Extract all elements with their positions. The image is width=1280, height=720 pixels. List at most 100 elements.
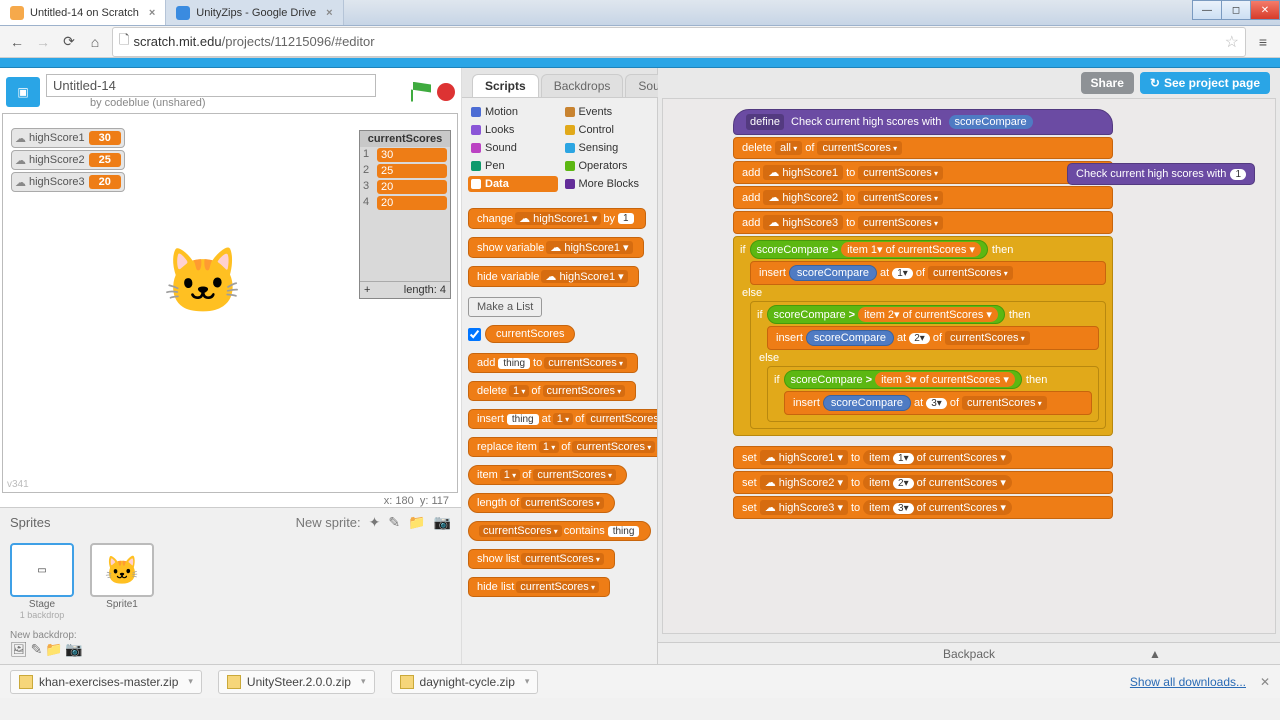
show-all-downloads-link[interactable]: Show all downloads... [1130, 675, 1246, 689]
category-sensing[interactable]: Sensing [562, 140, 652, 156]
category-pen[interactable]: Pen [468, 158, 558, 174]
paint-sprite-icon[interactable]: ✎ [388, 514, 400, 531]
paint-backdrop-icon[interactable]: ✎ [31, 641, 43, 657]
chevron-down-icon[interactable]: ▾ [188, 676, 193, 687]
tab-backdrops[interactable]: Backdrops [541, 74, 624, 97]
choose-sprite-icon[interactable]: ✦ [369, 514, 381, 531]
menu-icon[interactable]: ≡ [1254, 33, 1272, 51]
reload-icon[interactable]: ⟳ [60, 33, 78, 51]
sprite-thumb[interactable]: 🐱 Sprite1 [90, 543, 154, 620]
see-project-page-button[interactable]: ↻ See project page [1140, 72, 1270, 94]
category-looks[interactable]: Looks [468, 122, 558, 138]
variable-monitor[interactable]: ☁ highScore1 30 [11, 128, 125, 148]
block-insert[interactable]: insertscoreCompareat2▾ofcurrentScores [767, 326, 1099, 350]
share-button[interactable]: Share [1081, 72, 1134, 94]
backpack-bar[interactable]: Backpack ▲ [658, 642, 1280, 664]
browser-tab-active[interactable]: Untitled-14 on Scratch × [0, 0, 166, 25]
fullscreen-toggle[interactable]: ▣ [6, 77, 40, 107]
project-title-input[interactable] [46, 74, 376, 97]
block-add-var-to-list[interactable]: add☁ highScore2tocurrentScores [733, 186, 1113, 209]
category-events[interactable]: Events [562, 104, 652, 120]
block-insert-at-list[interactable]: insertthingat1ofcurrentScores [468, 409, 657, 429]
block-change-var[interactable]: change☁ highScore1 ▾by1 [468, 208, 646, 229]
download-item[interactable]: daynight-cycle.zip▾ [391, 670, 539, 694]
block-insert[interactable]: insertscoreCompareat3▾ofcurrentScores [784, 391, 1092, 415]
tab-title: Untitled-14 on Scratch [30, 7, 139, 19]
camera-sprite-icon[interactable]: 📷 [434, 514, 451, 531]
list-reporter[interactable]: currentScores [485, 325, 575, 343]
block-set-var[interactable]: set☁ highScore3 ▾to item 3▾ of currentSc… [733, 496, 1113, 519]
window-minimize[interactable]: — [1192, 0, 1222, 20]
block-contains[interactable]: currentScorescontainsthing [468, 521, 651, 541]
home-icon[interactable]: ⌂ [86, 33, 104, 51]
category-more-blocks[interactable]: More Blocks [562, 176, 652, 192]
chevron-up-icon: ▲ [1149, 643, 1161, 664]
make-list-button[interactable]: Make a List [468, 297, 542, 317]
block-length-of[interactable]: length ofcurrentScores [468, 493, 615, 513]
stage-coord-readout: x: 180 y: 117 [0, 495, 461, 507]
new-backdrop-label: New backdrop: [10, 630, 77, 641]
block-add-var-to-list[interactable]: add☁ highScore3tocurrentScores [733, 211, 1113, 234]
sprite-cat[interactable]: 🐱 [163, 244, 243, 319]
list-add-button[interactable]: + [364, 284, 370, 296]
stage-thumb[interactable]: ▭ Stage 1 backdrop [10, 543, 74, 620]
url-input[interactable]: 🗋 scratch.mit.edu/projects/11215096/#edi… [112, 27, 1246, 57]
tab-scripts[interactable]: Scripts [472, 74, 539, 97]
if-block[interactable]: if scoreCompare> item 1▾ of currentScore… [733, 236, 1113, 436]
category-list: MotionEventsLooksControlSoundSensingPenO… [462, 98, 657, 198]
block-delete-all[interactable]: deleteallofcurrentScores [733, 137, 1113, 159]
category-data[interactable]: Data [468, 176, 558, 192]
upload-backdrop-icon[interactable]: 📁 [45, 641, 62, 657]
list-monitor[interactable]: currentScores 130 225 320 420 + length: … [359, 130, 451, 299]
close-icon[interactable]: × [326, 7, 332, 19]
download-item[interactable]: khan-exercises-master.zip▾ [10, 670, 202, 694]
downloads-bar: khan-exercises-master.zip▾ UnitySteer.2.… [0, 664, 1280, 698]
back-icon[interactable]: ← [8, 33, 26, 51]
block-delete-of-list[interactable]: delete1ofcurrentScores [468, 381, 636, 401]
block-add-to-list[interactable]: addthingtocurrentScores [468, 353, 638, 373]
file-icon [400, 675, 414, 689]
category-operators[interactable]: Operators [562, 158, 652, 174]
browser-tab[interactable]: UnityZips - Google Drive × [166, 0, 343, 25]
if-block[interactable]: if scoreCompare> item 3▾ of currentScore… [767, 366, 1099, 422]
block-insert[interactable]: insertscoreCompareat1▾ofcurrentScores [750, 261, 1106, 285]
script-call-block[interactable]: Check current high scores with1 [1067, 159, 1255, 185]
window-close[interactable]: ✕ [1250, 0, 1280, 20]
variable-monitor[interactable]: ☁ highScore2 25 [11, 150, 125, 170]
block-replace-item[interactable]: replace item1ofcurrentScores [468, 437, 657, 457]
category-sound[interactable]: Sound [468, 140, 558, 156]
block-item-of[interactable]: item1ofcurrentScores [468, 465, 627, 485]
stop-icon[interactable] [437, 83, 455, 101]
download-item[interactable]: UnitySteer.2.0.0.zip▾ [218, 670, 375, 694]
category-control[interactable]: Control [562, 122, 652, 138]
forward-icon[interactable]: → [34, 33, 52, 51]
script-canvas[interactable]: define Check current high scores with sc… [662, 98, 1276, 634]
script-stack-main[interactable]: define Check current high scores with sc… [733, 109, 1113, 519]
if-block[interactable]: if scoreCompare> item 2▾ of currentScore… [750, 301, 1106, 429]
block-show-list[interactable]: show listcurrentScores [468, 549, 615, 569]
flip-icon: ↻ [1150, 76, 1160, 90]
chevron-down-icon[interactable]: ▾ [525, 676, 530, 687]
window-maximize[interactable]: ◻ [1221, 0, 1251, 20]
block-hide-list[interactable]: hide listcurrentScores [468, 577, 610, 597]
chevron-down-icon[interactable]: ▾ [361, 676, 366, 687]
upload-sprite-icon[interactable]: 📁 [408, 514, 425, 531]
block-set-var[interactable]: set☁ highScore2 ▾to item 2▾ of currentSc… [733, 471, 1113, 494]
variable-monitor[interactable]: ☁ highScore3 20 [11, 172, 125, 192]
stage[interactable]: ☁ highScore1 30 ☁ highScore2 25 ☁ highSc… [2, 113, 458, 493]
define-hat[interactable]: define Check current high scores with sc… [733, 109, 1113, 135]
block-set-var[interactable]: set☁ highScore1 ▾to item 1▾ of currentSc… [733, 446, 1113, 469]
list-visible-checkbox[interactable] [468, 328, 481, 341]
category-motion[interactable]: Motion [468, 104, 558, 120]
close-icon[interactable]: ✕ [1260, 675, 1270, 689]
url-protocol-icon: 🗋 [119, 31, 129, 53]
camera-backdrop-icon[interactable]: 📷 [65, 641, 82, 657]
block-add-var-to-list[interactable]: add☁ highScore1tocurrentScores [733, 161, 1113, 184]
choose-backdrop-icon[interactable]: 🖼 [10, 641, 28, 657]
block-hide-var[interactable]: hide variable☁ highScore1 ▾ [468, 266, 639, 287]
block-show-var[interactable]: show variable☁ highScore1 ▾ [468, 237, 644, 258]
project-byline: by codeblue (unshared) [90, 97, 405, 109]
close-icon[interactable]: × [149, 7, 155, 19]
bookmark-icon[interactable]: ☆ [1225, 32, 1239, 52]
green-flag-icon[interactable] [411, 82, 431, 102]
